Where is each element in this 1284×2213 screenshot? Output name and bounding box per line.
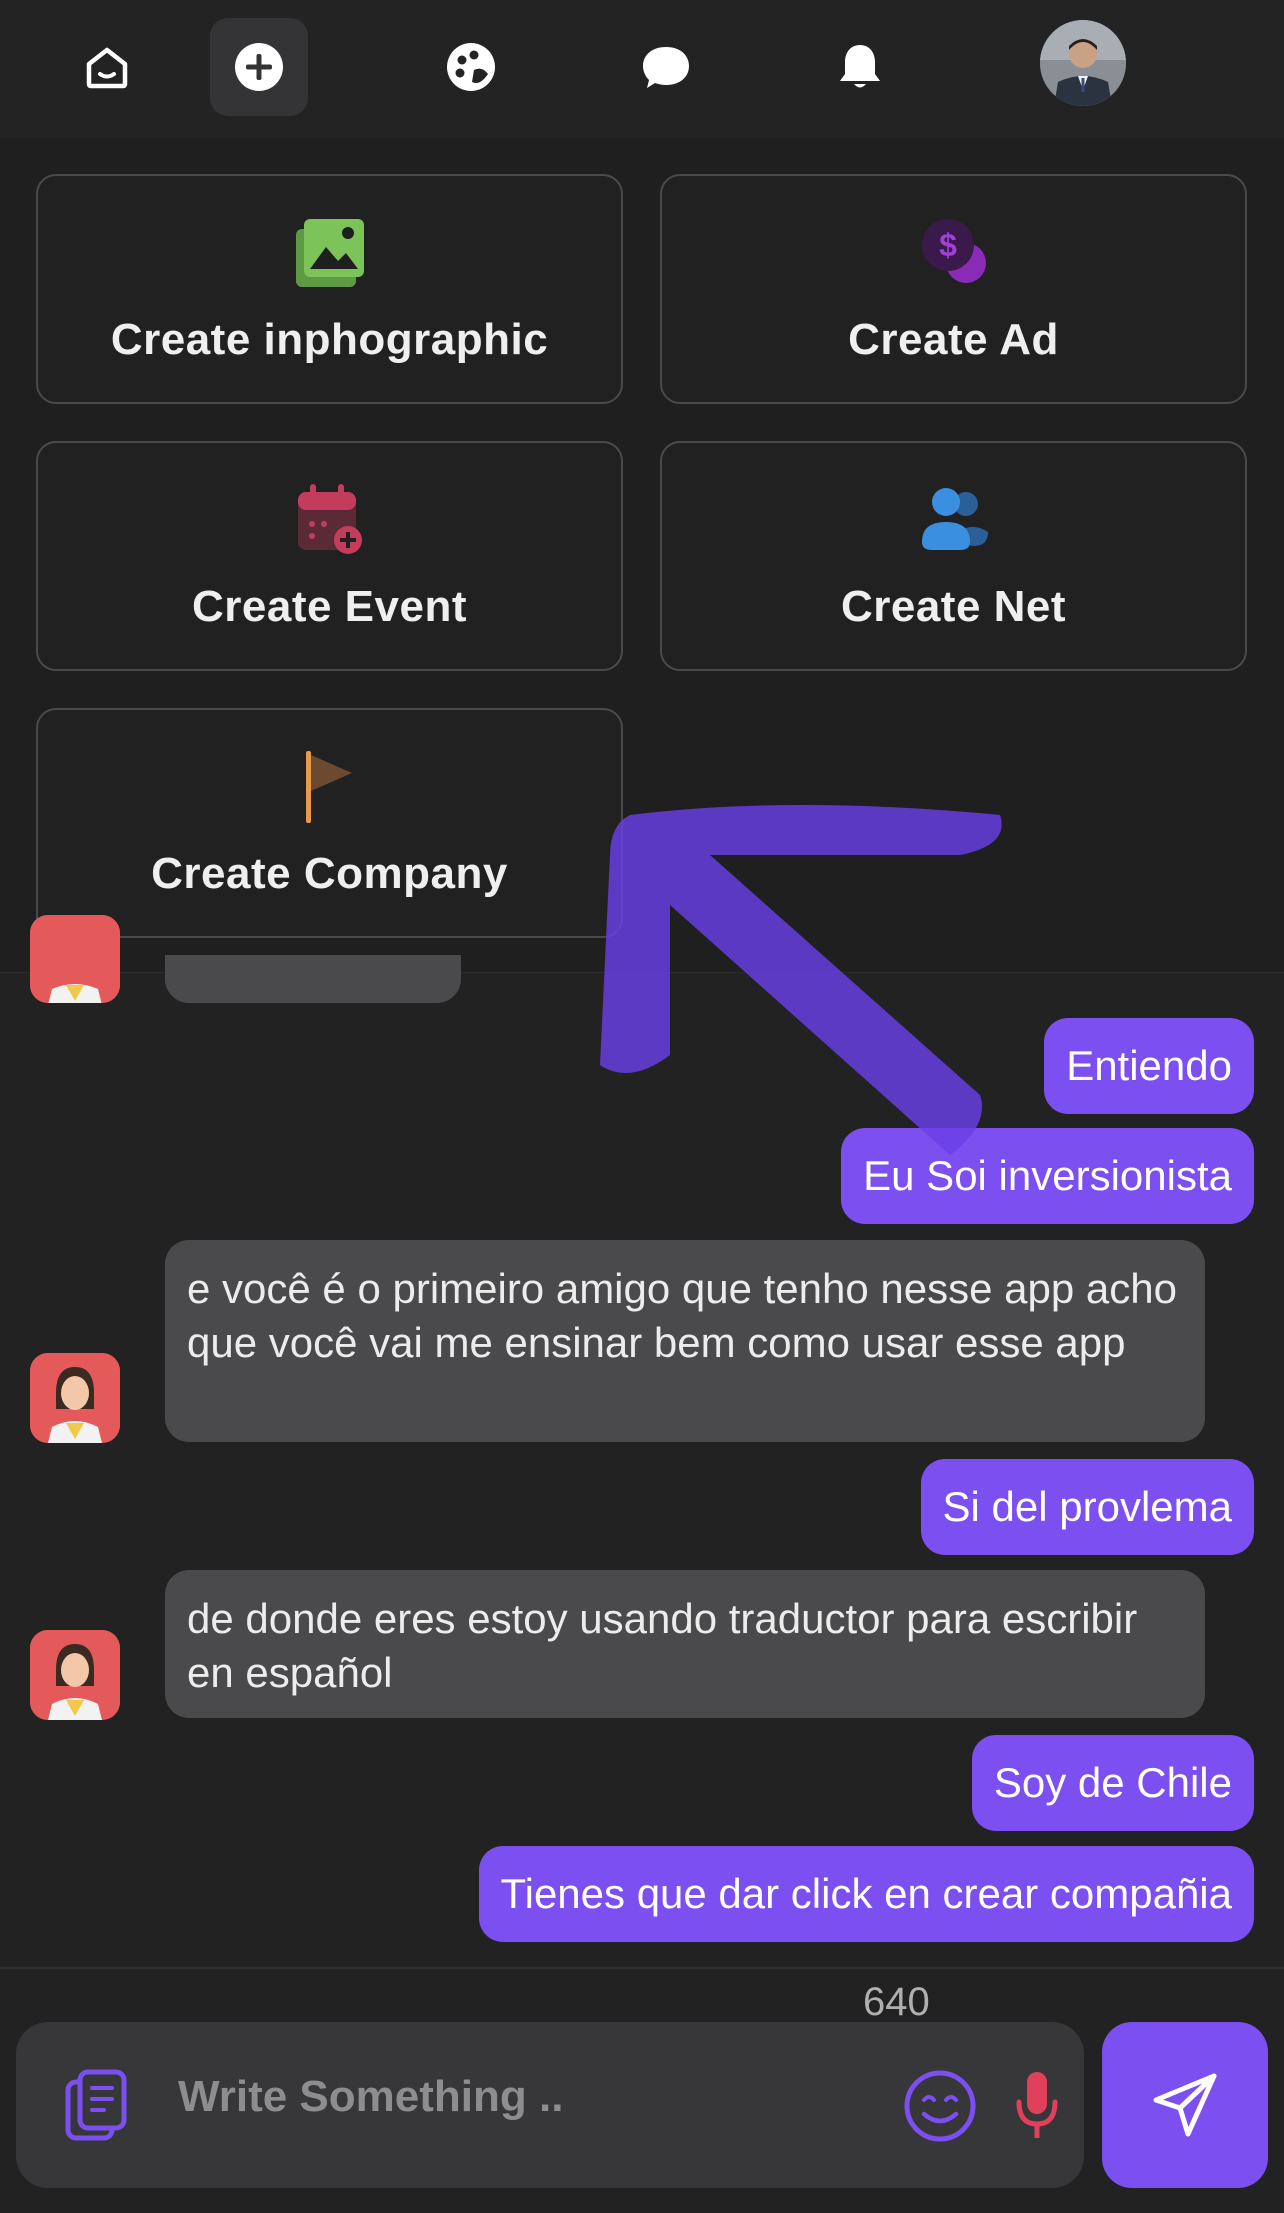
message-bubble-sent: Eu Soi inversionista xyxy=(841,1128,1254,1224)
card-label: Create Event xyxy=(191,582,467,631)
message-bubble-received: de donde eres estoy usando traductor par… xyxy=(165,1570,1205,1718)
card-label: Create Net xyxy=(840,582,1067,631)
document-icon[interactable] xyxy=(60,2066,138,2144)
create-event-card[interactable]: Create Event xyxy=(36,441,623,671)
card-label: Create Ad xyxy=(848,315,1059,364)
message-bubble-sent: Si del provlema xyxy=(920,1459,1254,1555)
contact-avatar[interactable] xyxy=(30,1630,120,1720)
card-label: Create Company xyxy=(151,849,508,898)
create-menu: Create inphographic $ Create Ad Create E… xyxy=(0,138,1284,973)
send-icon xyxy=(1153,2073,1217,2137)
nav-explore-button[interactable] xyxy=(422,18,520,116)
dollar-coin-icon: $ xyxy=(914,213,994,293)
message-bubble-received: e você é o primeiro amigo que tenho ness… xyxy=(165,1240,1205,1442)
profile-avatar[interactable] xyxy=(1040,20,1126,106)
emoji-icon[interactable] xyxy=(902,2068,978,2144)
contact-avatar[interactable] xyxy=(30,1353,120,1443)
message-bubble-sent: Entiendo xyxy=(1044,1018,1254,1114)
message-bubble-sent: Tienes que dar click en crear compañia xyxy=(478,1846,1254,1942)
hidden-message-bubble xyxy=(165,955,461,1003)
calendar-add-icon xyxy=(290,480,370,560)
home-icon xyxy=(86,47,128,89)
person-avatar-icon xyxy=(30,915,120,1003)
character-counter: 640 xyxy=(863,1980,930,2024)
create-company-card[interactable]: Create Company xyxy=(36,708,623,938)
create-inphographic-card[interactable]: Create inphographic xyxy=(36,174,623,404)
bell-icon xyxy=(840,45,880,88)
message-bubble-sent: Soy de Chile xyxy=(971,1735,1254,1831)
chat-bubble-icon xyxy=(643,47,689,88)
chat-screen: Create inphographic $ Create Ad Create E… xyxy=(0,0,1284,2213)
create-net-card[interactable]: Create Net xyxy=(660,441,1247,671)
svg-text:$: $ xyxy=(939,227,957,263)
create-ad-card[interactable]: $ Create Ad xyxy=(660,174,1247,404)
flag-icon xyxy=(290,747,370,827)
nav-create-button[interactable] xyxy=(210,18,308,116)
send-button[interactable] xyxy=(1102,2022,1268,2188)
microphone-icon[interactable] xyxy=(1012,2068,1062,2144)
plus-circle-icon xyxy=(235,43,283,91)
person-avatar-icon xyxy=(30,1630,120,1720)
top-navigation-bar xyxy=(0,0,1284,138)
contact-avatar[interactable] xyxy=(30,915,120,1003)
card-label: Create inphographic xyxy=(110,315,549,364)
composer-divider xyxy=(0,1967,1284,1969)
palette-icon xyxy=(447,43,495,91)
message-composer[interactable]: Write Something .. xyxy=(16,2022,1084,2188)
person-avatar-icon xyxy=(30,1353,120,1443)
message-input[interactable]: Write Something .. xyxy=(178,2072,563,2122)
users-icon xyxy=(914,480,994,560)
nav-notifications-button[interactable] xyxy=(811,18,909,116)
profile-photo-icon xyxy=(1040,20,1126,106)
image-gallery-icon xyxy=(290,213,370,293)
nav-home-button[interactable] xyxy=(58,18,156,116)
nav-messages-button[interactable] xyxy=(617,18,715,116)
